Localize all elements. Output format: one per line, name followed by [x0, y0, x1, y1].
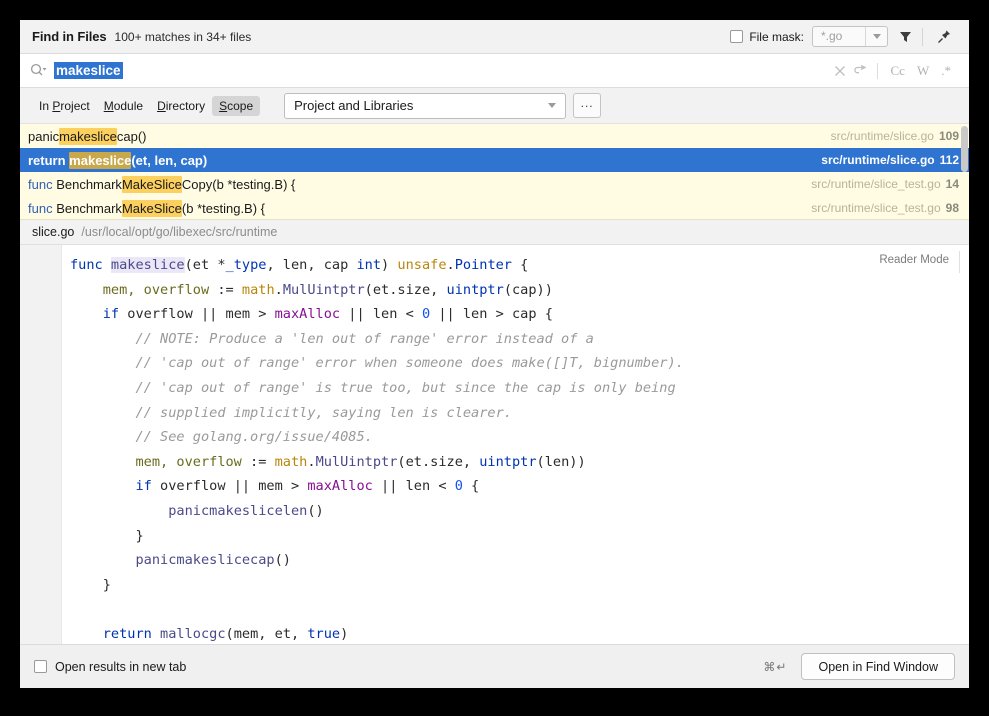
keyboard-shortcut-hint: ⌘↵	[763, 659, 788, 674]
table-row[interactable]: func BenchmarkMakeSlice(b *testing.B) { …	[20, 196, 969, 219]
results-scrollbar-thumb[interactable]	[961, 126, 968, 172]
words-toggle[interactable]: W	[911, 63, 935, 79]
code-block: func makeslice(et *_type, len, cap int) …	[70, 251, 969, 644]
filter-icon[interactable]	[892, 24, 918, 50]
code-line: // NOTE: Produce a 'len out of range' er…	[70, 330, 594, 347]
chevron-down-icon[interactable]	[865, 27, 887, 46]
match-count-label: 100+ matches in 34+ files	[114, 29, 252, 44]
file-mask-checkbox[interactable]	[730, 30, 744, 43]
search-divider	[876, 62, 878, 79]
file-mask-label: File mask:	[749, 29, 804, 44]
regex-toggle[interactable]: .*	[935, 63, 957, 79]
dialog-header: Find in Files 100+ matches in 34+ files …	[20, 20, 969, 54]
pin-icon[interactable]	[931, 24, 957, 50]
result-code: return makeslice(et, len, cap)	[28, 151, 208, 169]
table-row[interactable]: panicmakeslicecap() src/runtime/slice.go…	[20, 124, 969, 148]
code-line: mem, overflow := math.MulUintptr(et.size…	[70, 453, 586, 470]
scope-tab-module[interactable]: Module	[97, 96, 150, 116]
result-line: 14	[945, 177, 959, 191]
search-dropdown-icon[interactable]	[30, 63, 52, 78]
clear-icon[interactable]	[830, 60, 850, 82]
code-line: }	[70, 527, 144, 544]
code-line: mem, overflow := math.MulUintptr(et.size…	[70, 281, 553, 298]
find-in-files-dialog: Find in Files 100+ matches in 34+ files …	[20, 20, 969, 688]
result-code: func BenchmarkMakeSliceCopy(b *testing.B…	[28, 175, 296, 193]
result-code: func BenchmarkMakeSlice(b *testing.B) {	[28, 199, 266, 217]
result-path: src/runtime/slice_test.go	[811, 177, 941, 191]
open-new-tab-checkbox[interactable]	[34, 660, 47, 673]
scope-combo[interactable]: Project and Libraries	[284, 92, 567, 119]
breadcrumb: slice.go /usr/local/opt/go/libexec/src/r…	[20, 219, 969, 245]
result-line: 109	[938, 129, 959, 143]
code-line: panicmakeslicelen()	[168, 502, 324, 519]
search-input[interactable]: makeslice	[54, 62, 123, 79]
code-line: func makeslice(et *_type, len, cap int) …	[70, 257, 529, 273]
preserve-case-icon[interactable]	[850, 60, 870, 82]
code-line: panicmakeslicecap()	[135, 552, 291, 569]
code-preview[interactable]: Reader Mode func makeslice(et *_type, le…	[20, 245, 969, 644]
editor-gutter	[20, 245, 62, 644]
breadcrumb-path: /usr/local/opt/go/libexec/src/runtime	[81, 225, 278, 239]
results-list[interactable]: panicmakeslicecap() src/runtime/slice.go…	[20, 124, 969, 219]
open-in-find-window-button[interactable]: Open in Find Window	[801, 653, 955, 680]
dialog-footer: Open results in new tab ⌘↵ Open in Find …	[20, 644, 969, 688]
result-line: 98	[945, 201, 959, 215]
file-mask-combo[interactable]: *.go	[812, 26, 888, 47]
code-line: // 'cap out of range' error when someone…	[70, 355, 684, 372]
result-path: src/runtime/slice_test.go	[811, 201, 941, 215]
code-line: }	[70, 576, 111, 593]
match-case-toggle[interactable]: Cc	[885, 63, 911, 79]
results-scrollbar[interactable]	[960, 124, 969, 219]
header-divider	[922, 27, 923, 46]
search-row: makeslice Cc W .*	[20, 54, 969, 88]
scope-tab-directory[interactable]: Directory	[150, 96, 212, 116]
file-mask-value: *.go	[821, 29, 843, 43]
chevron-down-icon[interactable]	[539, 103, 565, 108]
scope-combo-value: Project and Libraries	[294, 98, 414, 113]
result-path: src/runtime/slice.go	[830, 129, 934, 143]
open-new-tab-label: Open results in new tab	[55, 659, 187, 674]
code-line: // supplied implicitly, saying len is cl…	[70, 404, 512, 421]
scope-tab-scope[interactable]: Scope	[212, 95, 261, 116]
code-line: // 'cap out of range' is true too, but s…	[70, 379, 676, 396]
code-line: if overflow || mem > maxAlloc || len < 0…	[135, 478, 480, 495]
scope-row: In Project Module Directory Scope Projec…	[20, 88, 969, 124]
breadcrumb-file: slice.go	[32, 225, 75, 239]
result-line: 112	[939, 153, 959, 167]
scope-tab-in-project[interactable]: In Project	[32, 96, 97, 116]
scope-tabs: In Project Module Directory Scope	[32, 95, 261, 116]
table-row[interactable]: return makeslice(et, len, cap) src/runti…	[20, 148, 969, 172]
code-line: // See golang.org/issue/4085.	[70, 429, 373, 446]
scope-browse-button[interactable]: ...	[573, 93, 602, 118]
code-line: if overflow || mem > maxAlloc || len < 0…	[102, 306, 553, 323]
code-line: return mallocgc(mem, et, true)	[102, 625, 349, 642]
result-code: panicmakeslicecap()	[28, 127, 147, 145]
dialog-title: Find in Files	[32, 29, 107, 44]
result-path: src/runtime/slice.go	[821, 153, 935, 167]
table-row[interactable]: func BenchmarkMakeSliceCopy(b *testing.B…	[20, 172, 969, 196]
